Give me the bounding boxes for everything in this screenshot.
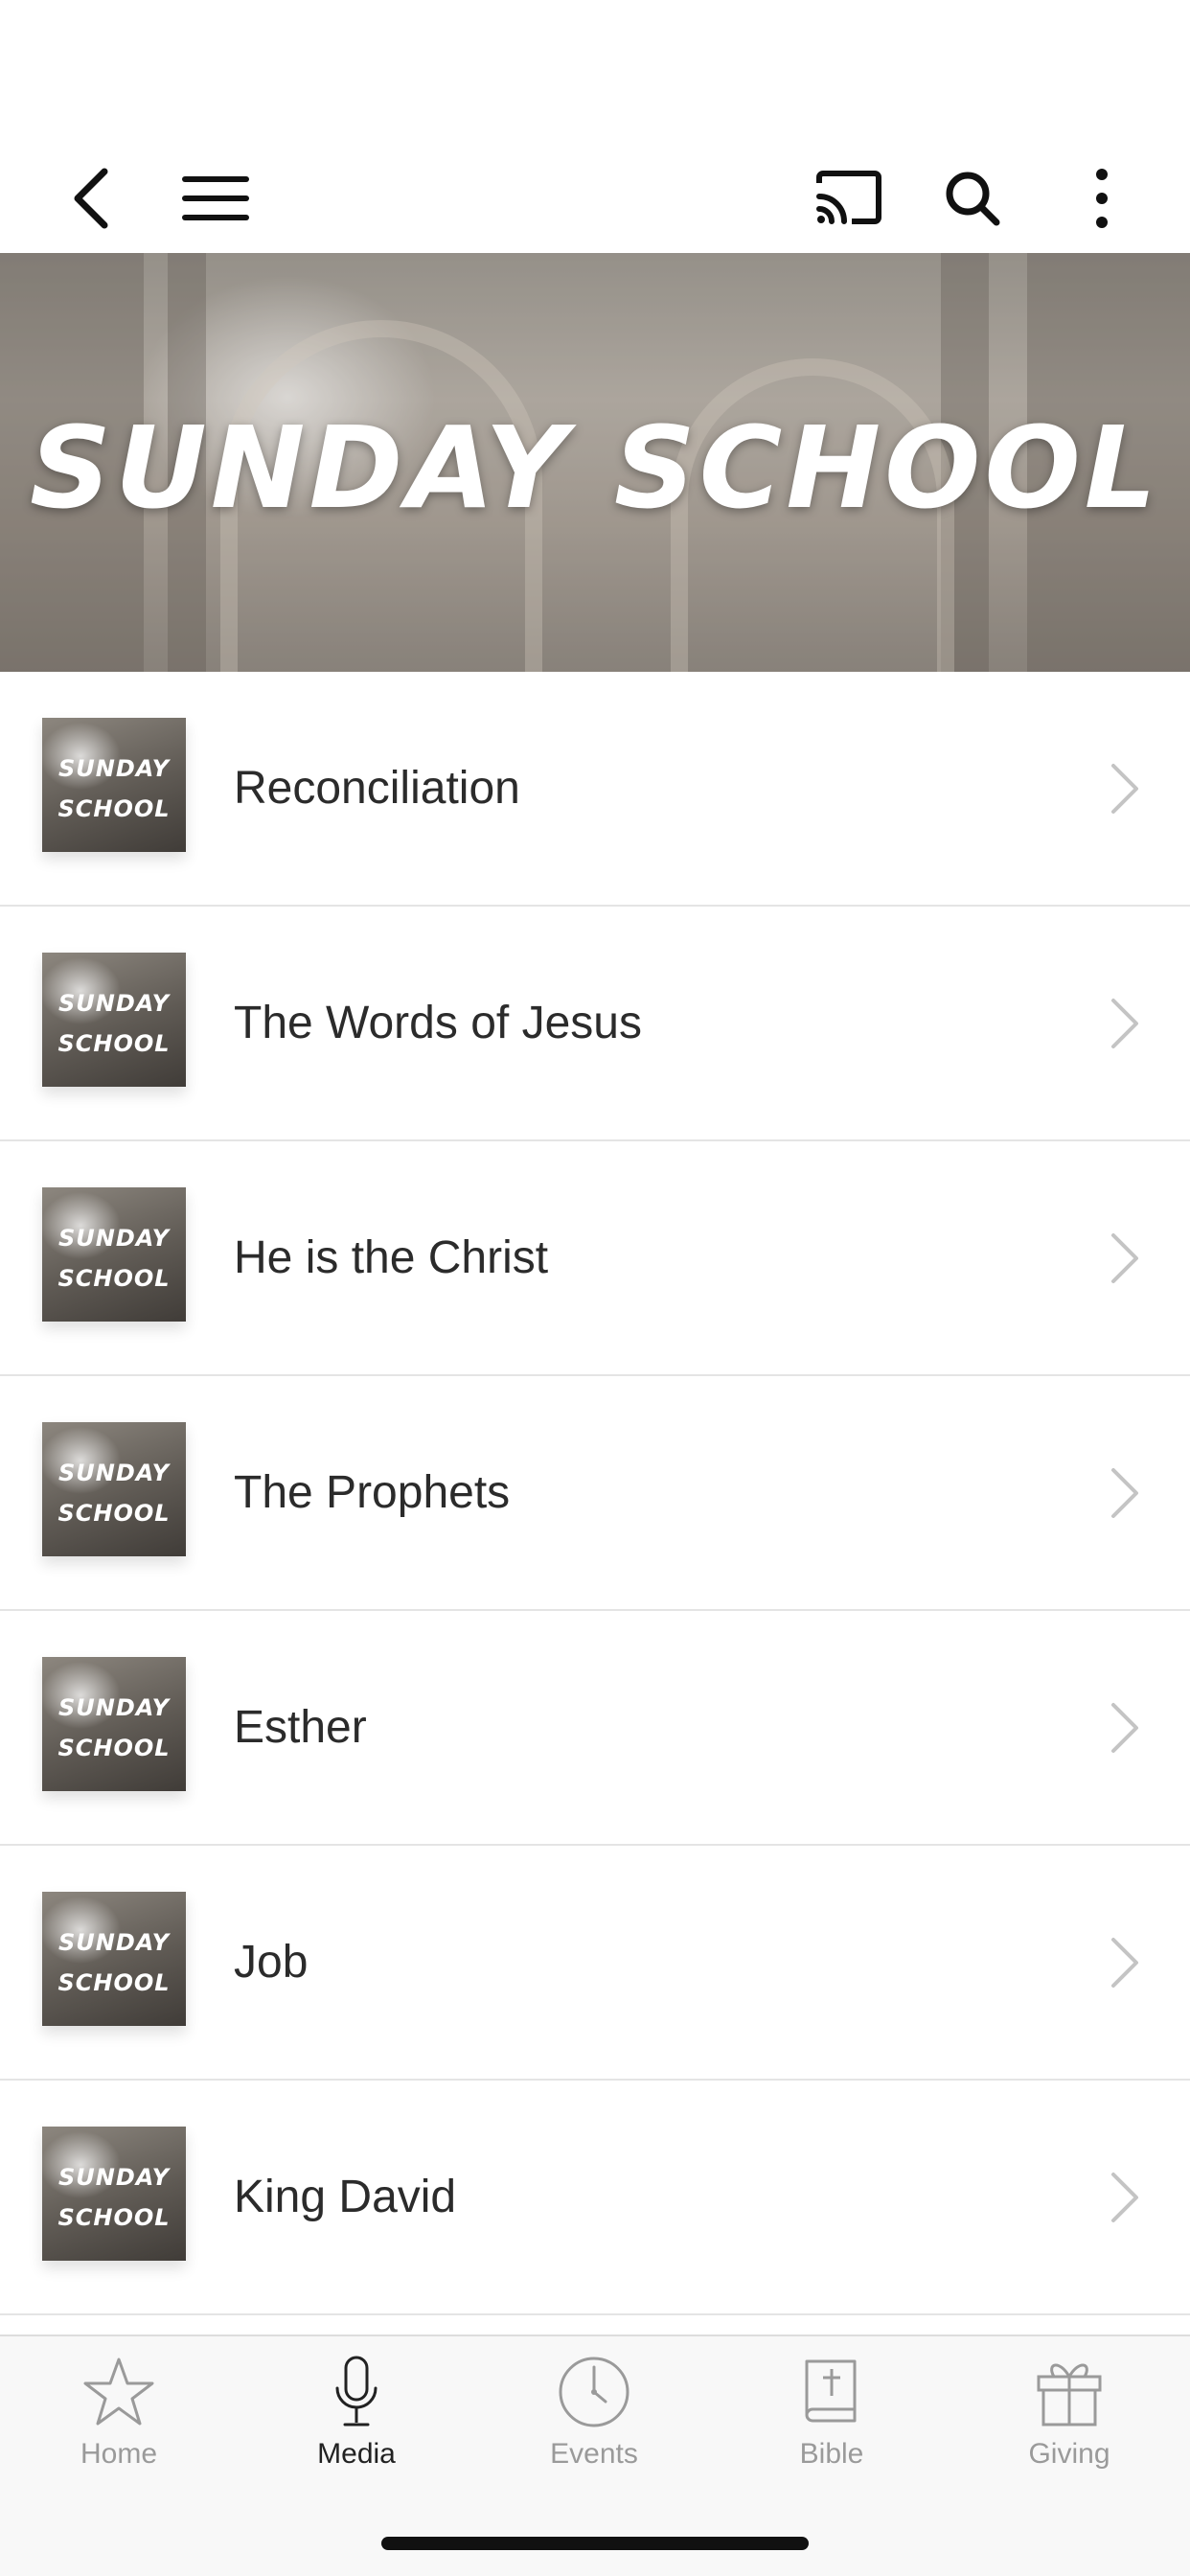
chevron-right-icon	[1111, 1703, 1138, 1753]
series-thumbnail: SUNDAY SCHOOL	[42, 953, 186, 1087]
tab-home[interactable]: Home	[0, 2354, 238, 2497]
tab-label: Bible	[799, 2438, 864, 2470]
chevron-right-icon	[1111, 999, 1138, 1048]
top-bar	[0, 144, 1190, 253]
list-item[interactable]: SUNDAY SCHOOL Esther	[0, 1611, 1190, 1846]
chevron-right-icon	[1111, 1938, 1138, 1988]
tab-label: Home	[80, 2438, 158, 2470]
tab-events[interactable]: Events	[475, 2354, 713, 2497]
more-vertical-icon	[1096, 169, 1108, 228]
star-icon	[83, 2358, 154, 2426]
back-button[interactable]	[53, 155, 129, 242]
chevron-right-icon	[1111, 2173, 1138, 2222]
series-title: Esther	[234, 1702, 367, 1753]
series-thumbnail: SUNDAY SCHOOL	[42, 1892, 186, 2026]
list-item[interactable]: SUNDAY SCHOOL The Words of Jesus	[0, 907, 1190, 1141]
bible-icon	[805, 2359, 857, 2423]
microphone-icon	[335, 2356, 378, 2426]
tab-media[interactable]: Media	[238, 2354, 475, 2497]
series-title: King David	[234, 2172, 457, 2222]
banner-title: SUNDAY SCHOOL	[30, 402, 1160, 534]
series-title: He is the Christ	[234, 1232, 549, 1283]
cast-icon	[816, 171, 881, 224]
tab-giving[interactable]: Giving	[950, 2354, 1188, 2497]
chevron-right-icon	[1111, 1233, 1138, 1283]
list-item[interactable]: SUNDAY SCHOOL Job	[0, 1846, 1190, 2081]
series-title: The Prophets	[234, 1467, 511, 1518]
more-options-button[interactable]	[1059, 155, 1145, 242]
series-title: The Words of Jesus	[234, 998, 642, 1048]
tab-bible[interactable]: Bible	[713, 2354, 950, 2497]
menu-button[interactable]	[172, 155, 259, 242]
series-banner: SUNDAY SCHOOL	[0, 253, 1190, 672]
series-thumbnail: SUNDAY SCHOOL	[42, 718, 186, 852]
series-thumbnail: SUNDAY SCHOOL	[42, 1422, 186, 1556]
series-list: SUNDAY SCHOOL Reconciliation SUNDAY SCHOOL…	[0, 672, 1190, 2315]
tab-label: Media	[317, 2438, 396, 2470]
cast-button[interactable]	[805, 155, 891, 242]
series-thumbnail: SUNDAY SCHOOL	[42, 1657, 186, 1791]
tab-label: Giving	[1028, 2438, 1110, 2470]
search-icon	[946, 172, 1000, 226]
chevron-right-icon	[1111, 1468, 1138, 1518]
series-thumbnail: SUNDAY SCHOOL	[42, 2127, 186, 2261]
list-item[interactable]: SUNDAY SCHOOL King David	[0, 2081, 1190, 2315]
series-thumbnail: SUNDAY SCHOOL	[42, 1187, 186, 1322]
list-item[interactable]: SUNDAY SCHOOL The Prophets	[0, 1376, 1190, 1611]
series-title: Reconciliation	[234, 763, 520, 814]
series-title: Job	[234, 1937, 309, 1988]
home-indicator[interactable]	[381, 2537, 809, 2550]
search-button[interactable]	[929, 155, 1016, 242]
chevron-right-icon	[1111, 764, 1138, 814]
hamburger-menu-icon	[182, 176, 249, 220]
status-bar	[0, 0, 1190, 144]
list-item[interactable]: SUNDAY SCHOOL He is the Christ	[0, 1141, 1190, 1376]
list-item[interactable]: SUNDAY SCHOOL Reconciliation	[0, 672, 1190, 907]
tab-label: Events	[550, 2438, 638, 2470]
gift-icon	[1037, 2363, 1102, 2426]
clock-icon	[559, 2357, 629, 2427]
chevron-left-icon	[74, 168, 108, 229]
